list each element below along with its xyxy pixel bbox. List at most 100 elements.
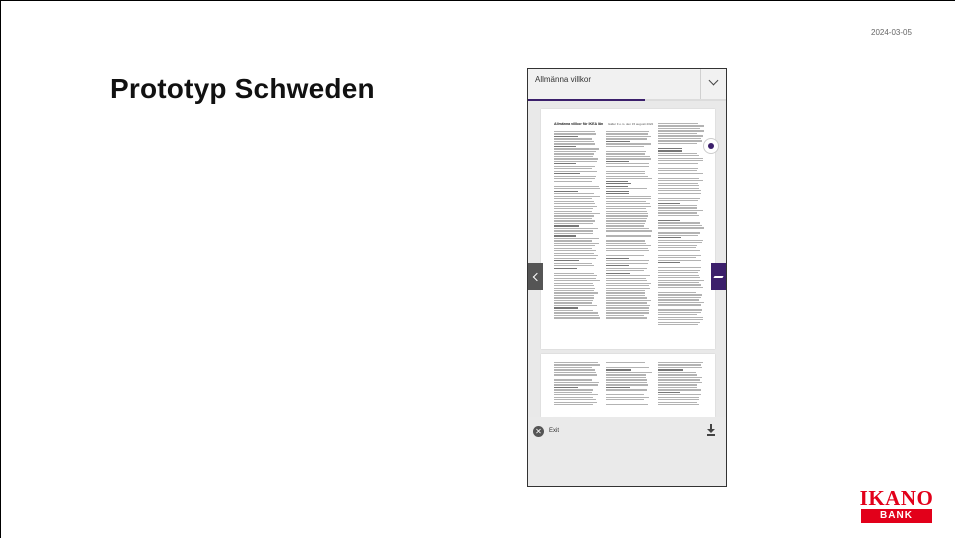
text-line bbox=[658, 209, 704, 212]
text-line bbox=[658, 155, 700, 157]
text-line bbox=[658, 274, 699, 276]
text-line bbox=[606, 225, 644, 227]
text-line bbox=[658, 384, 698, 386]
text-line bbox=[606, 384, 648, 386]
text-line bbox=[606, 222, 645, 225]
text-line bbox=[554, 212, 600, 215]
text-line bbox=[658, 130, 704, 132]
text-line bbox=[658, 267, 701, 269]
header-divider bbox=[700, 69, 701, 99]
brand-mark-icon[interactable] bbox=[711, 263, 726, 290]
text-line bbox=[658, 244, 697, 246]
text-line bbox=[658, 137, 702, 140]
presentation-slide: 2024-03-05 Prototyp Schweden Allmänna vi… bbox=[0, 0, 955, 538]
text-line bbox=[554, 394, 599, 396]
text-line bbox=[554, 245, 595, 247]
text-line bbox=[658, 309, 703, 311]
app-footer: ✕ Exit bbox=[528, 417, 726, 486]
text-line bbox=[658, 296, 701, 299]
text-line bbox=[554, 369, 596, 371]
document-subheading: Gäller fr.o.m. den 15 augusti 2022 bbox=[608, 122, 654, 126]
text-line bbox=[554, 222, 594, 225]
text-line bbox=[658, 185, 699, 187]
text-line bbox=[658, 307, 704, 308]
text-line bbox=[658, 311, 701, 313]
text-line bbox=[606, 304, 651, 307]
text-line bbox=[554, 200, 595, 202]
text-line bbox=[658, 269, 700, 271]
text-line bbox=[554, 280, 600, 282]
text-line bbox=[606, 133, 648, 135]
text-line bbox=[658, 389, 702, 391]
text-line bbox=[658, 294, 702, 296]
text-line bbox=[658, 212, 698, 214]
text-line bbox=[554, 381, 599, 384]
text-line bbox=[606, 178, 652, 180]
text-line bbox=[554, 404, 593, 406]
text-line bbox=[606, 220, 646, 222]
app-header: Allmänna villkor bbox=[528, 69, 726, 100]
text-line bbox=[606, 245, 652, 247]
exit-button[interactable]: Exit bbox=[549, 428, 559, 434]
text-line bbox=[554, 282, 594, 284]
text-line bbox=[606, 364, 652, 365]
text-line bbox=[606, 307, 649, 309]
text-line bbox=[606, 215, 648, 217]
text-line bbox=[606, 294, 646, 297]
close-circle-icon[interactable]: ✕ bbox=[533, 426, 544, 437]
text-line bbox=[606, 314, 644, 317]
text-line bbox=[658, 279, 704, 281]
text-line bbox=[658, 364, 702, 366]
text-line bbox=[554, 195, 600, 197]
text-line bbox=[606, 227, 649, 230]
text-line bbox=[658, 259, 701, 261]
text-line bbox=[658, 237, 682, 239]
text-line bbox=[606, 203, 650, 205]
text-line bbox=[658, 319, 703, 321]
text-line bbox=[606, 262, 649, 264]
text-line bbox=[658, 157, 703, 159]
text-line bbox=[606, 275, 650, 277]
text-line bbox=[658, 374, 697, 376]
document-page bbox=[541, 354, 715, 417]
document-viewer[interactable]: Allmänna villkor för IKEA lån Gäller fr.… bbox=[528, 101, 726, 441]
globe-icon[interactable] bbox=[703, 138, 719, 154]
text-line bbox=[606, 165, 649, 167]
text-line bbox=[658, 190, 702, 192]
text-line bbox=[554, 208, 593, 210]
text-line bbox=[606, 392, 652, 393]
text-line bbox=[658, 396, 699, 398]
text-line bbox=[658, 247, 696, 249]
text-line bbox=[554, 131, 595, 133]
text-column bbox=[554, 131, 600, 320]
text-line bbox=[658, 140, 703, 142]
slide-title: Prototyp Schweden bbox=[110, 73, 375, 104]
text-line bbox=[554, 287, 595, 289]
text-line bbox=[554, 153, 595, 155]
text-line bbox=[606, 282, 652, 284]
chevron-left-icon[interactable] bbox=[528, 263, 543, 290]
text-line bbox=[606, 230, 652, 232]
text-line bbox=[554, 220, 596, 222]
text-line bbox=[606, 396, 649, 398]
text-line bbox=[554, 391, 592, 393]
download-icon[interactable] bbox=[706, 424, 716, 436]
text-line bbox=[658, 324, 699, 326]
text-line bbox=[658, 366, 703, 369]
text-line bbox=[658, 150, 682, 152]
text-line bbox=[658, 257, 696, 259]
text-line bbox=[554, 299, 593, 302]
text-line bbox=[554, 170, 597, 172]
text-line bbox=[606, 150, 647, 153]
text-line bbox=[606, 379, 648, 381]
text-line bbox=[606, 235, 651, 237]
text-line bbox=[658, 282, 699, 284]
text-line bbox=[606, 180, 629, 182]
text-line bbox=[658, 222, 701, 224]
chevron-down-icon[interactable] bbox=[708, 75, 719, 86]
text-line bbox=[606, 250, 649, 252]
text-line bbox=[554, 205, 597, 207]
text-line bbox=[606, 173, 645, 175]
text-column bbox=[606, 131, 652, 320]
text-line bbox=[606, 163, 650, 165]
